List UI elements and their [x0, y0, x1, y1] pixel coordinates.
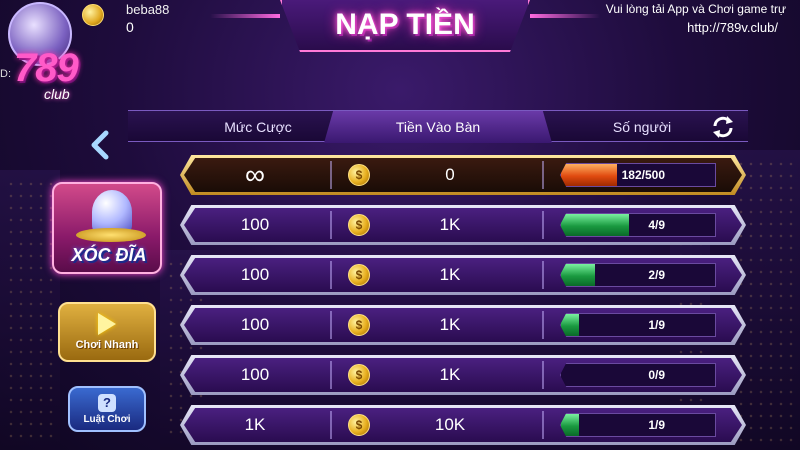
players-count: 2/9 — [648, 268, 665, 282]
play-icon — [98, 313, 116, 335]
player-info: beba88 0 D: 789 club — [0, 0, 180, 110]
logo: 789 club — [8, 36, 138, 110]
coin-icon: $ — [348, 414, 370, 436]
bet-value: 1K — [244, 415, 266, 434]
entry-value: 1K — [439, 315, 461, 334]
logo-number: 789 — [14, 46, 79, 90]
column-players[interactable]: Số người — [552, 111, 732, 143]
cell-divider — [330, 411, 332, 439]
game-title: XÓC ĐĨA — [71, 245, 147, 265]
plate-icon — [76, 228, 146, 242]
entry-value: 10K — [434, 415, 466, 434]
game-card-xoc-dia[interactable]: XÓC ĐĨA — [52, 182, 162, 274]
download-notice: Vui lòng tải App và Chơi game trự — [605, 2, 786, 16]
players-count: 1/9 — [648, 318, 665, 332]
rules-button[interactable]: ? Luật Chơi — [68, 386, 146, 432]
coin-icon: $ — [348, 264, 370, 286]
bet-value: ∞ — [245, 159, 265, 190]
players-count: 182/500 — [621, 168, 665, 182]
coin-icon: $ — [348, 164, 370, 186]
quick-play-button[interactable]: Chơi Nhanh — [58, 302, 156, 362]
players-count: 1/9 — [648, 418, 665, 432]
title-wing-right — [530, 14, 600, 18]
cell-divider — [330, 361, 332, 389]
coin-icon: $ — [348, 214, 370, 236]
coin-icon: $ — [348, 364, 370, 386]
back-arrow-icon[interactable] — [88, 128, 112, 162]
cell-divider — [330, 261, 332, 289]
cell-divider — [542, 361, 544, 389]
players-count: 4/9 — [648, 218, 665, 232]
cell-divider — [542, 211, 544, 239]
cell-divider — [330, 161, 332, 189]
table-row[interactable]: 100 $1K 2/9 — [180, 255, 746, 295]
rules-label: Luật Chơi — [83, 413, 131, 425]
cell-divider — [330, 311, 332, 339]
quick-play-label: Chơi Nhanh — [75, 339, 139, 351]
balance: 0 — [126, 19, 134, 35]
refresh-icon[interactable] — [710, 115, 736, 139]
coin-icon: $ — [348, 314, 370, 336]
players-progress-bar: 4/9 — [560, 213, 716, 237]
table-row[interactable]: 100 $1K 1/9 — [180, 305, 746, 345]
cell-divider — [330, 211, 332, 239]
table-row[interactable]: 100 $1K 0/9 — [180, 355, 746, 395]
bet-value: 100 — [240, 265, 270, 284]
username: beba88 — [126, 2, 170, 17]
entry-value: 1K — [439, 265, 461, 284]
players-progress-bar: 1/9 — [560, 313, 716, 337]
cell-divider — [542, 311, 544, 339]
question-icon: ? — [98, 393, 116, 412]
cell-divider — [542, 411, 544, 439]
logo-subtitle: club — [44, 86, 70, 102]
cell-divider — [542, 161, 544, 189]
players-progress-bar: 182/500 — [560, 163, 716, 187]
coin-icon — [82, 4, 104, 26]
entry-value: 1K — [439, 365, 461, 384]
table-row[interactable]: 1K $10K 1/9 — [180, 405, 746, 445]
bet-value: 100 — [240, 215, 270, 234]
cell-divider — [542, 261, 544, 289]
entry-value: 0 — [445, 165, 455, 184]
page-title: NẠP TIỀN — [335, 8, 475, 41]
players-progress-bar: 0/9 — [560, 363, 716, 387]
table-row[interactable]: 100 $1K 4/9 — [180, 205, 746, 245]
players-progress-bar: 2/9 — [560, 263, 716, 287]
entry-value: 1K — [439, 215, 461, 234]
table-header: Mức Cược Tiền Vào Bàn Số người — [128, 110, 748, 143]
column-bet[interactable]: Mức Cược — [168, 111, 348, 143]
title-banner: NẠP TIỀN — [280, 0, 530, 52]
download-url[interactable]: http://789v.club/ — [687, 20, 778, 35]
bet-value: 100 — [240, 365, 270, 384]
title-wing-left — [210, 14, 280, 18]
column-entry[interactable]: Tiền Vào Bàn — [324, 111, 552, 143]
table-row[interactable]: ∞ $0 182/500 — [180, 155, 746, 195]
bet-value: 100 — [240, 315, 270, 334]
players-progress-bar: 1/9 — [560, 413, 716, 437]
players-count: 0/9 — [648, 368, 665, 382]
